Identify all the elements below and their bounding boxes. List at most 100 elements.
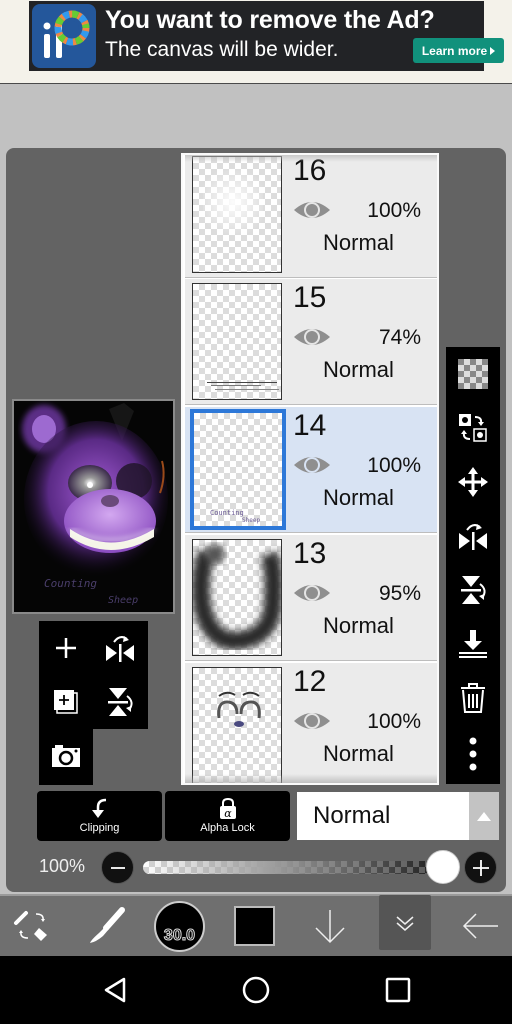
layer-blend-mode: Normal [323,485,394,510]
eye-icon[interactable] [293,325,331,349]
layer-thumbnail[interactable] [192,156,282,273]
svg-text:α: α [224,807,232,820]
move-layer-down-button[interactable] [306,896,354,956]
merge-down-button[interactable] [446,617,500,671]
blend-mode-select[interactable]: Normal [297,792,469,840]
flip-horizontal-icon [459,524,487,550]
triangle-back-icon [104,977,126,1003]
swap-layers-button[interactable] [446,401,500,455]
alpha-lock-button[interactable]: α Alpha Lock [165,791,290,841]
opacity-increase-button[interactable] [464,851,497,884]
clipping-label: Clipping [79,822,120,834]
layer-item[interactable]: 13 95% Normal [185,535,437,661]
brush-tool-button[interactable] [82,896,130,956]
preview-caption-line1: Counting [44,577,97,590]
opacity-slider[interactable] [143,861,453,874]
layer-opacity: 74% [378,326,421,349]
opacity-decrease-button[interactable] [101,851,134,884]
arrow-down-icon [315,910,345,944]
import-photo-button[interactable] [39,729,93,783]
color-swatch-button[interactable] [234,906,275,946]
plus-icon [56,638,76,658]
eye-icon[interactable] [293,198,331,222]
thumbnail-caption: Sheep [242,517,261,524]
blend-mode-dropdown-arrow[interactable] [469,792,499,840]
layer-number: 14 [293,409,327,442]
flip-horizontal-layer-button[interactable] [446,509,500,563]
layer-item[interactable]: 12 100% Normal [185,663,437,783]
ad-subtitle: The canvas will be wider. [105,38,339,61]
scroll-shadow [185,155,437,162]
preview-caption-line2: Sheep [108,595,138,606]
layer-tools-left-bottom [39,729,93,785]
layer-opacity: 100% [367,710,421,733]
flip-vertical-icon [108,688,133,716]
scroll-shadow [185,774,437,783]
layer-thumbnail[interactable] [192,667,282,783]
more-options-button[interactable] [446,727,500,781]
more-vertical-icon [469,737,477,771]
square-recents-icon [385,977,411,1003]
trash-icon [461,683,485,713]
brush-eraser-swap-icon [14,911,47,941]
layer-thumbnail[interactable] [192,539,282,656]
nav-back-button[interactable] [95,970,135,1010]
layer-number: 13 [293,537,327,570]
layer-thumbnail[interactable]: Counting Sheep [190,409,286,530]
merge-down-icon [459,630,487,658]
add-layer-button[interactable] [39,621,93,675]
layer-panel-toggle-button[interactable] [379,895,431,950]
learn-more-button[interactable]: Learn more [413,38,504,63]
layer-thumbnail[interactable] [192,283,282,400]
layer-blend-mode: Normal [323,741,394,766]
duplicate-layer-icon [54,690,78,714]
move-icon [458,467,488,497]
tool-switch-button[interactable] [8,896,56,956]
layer-tools-left [39,621,148,729]
double-chevron-down-icon [396,915,414,931]
layer-opacity: 95% [378,582,421,605]
thumbnail-caption: Counting [210,509,244,517]
brush-icon [90,907,125,943]
flip-vertical-icon [461,576,486,604]
ibispaint-logo-icon [32,4,96,68]
checkerboard-icon [458,359,488,389]
brush-size-button[interactable]: 30.0 [154,901,205,952]
flip-horizontal-button[interactable] [93,621,147,675]
layer-opacity: 100% [367,454,421,477]
delete-layer-button[interactable] [446,671,500,725]
layer-list[interactable]: 16 100% Normal 15 74% Normal Counting Sh… [181,153,439,785]
blend-mode-value: Normal [313,802,391,829]
flip-vertical-layer-button[interactable] [446,563,500,617]
nav-recents-button[interactable] [378,970,418,1010]
back-button[interactable] [456,896,504,956]
ad-title: You want to remove the Ad? [105,6,435,34]
layer-opacity: 100% [367,199,421,222]
layer-blend-mode: Normal [323,357,394,382]
clipping-button[interactable]: Clipping [37,791,162,841]
layer-item-selected[interactable]: Counting Sheep 14 100% Normal [185,407,437,533]
alpha-lock-label: Alpha Lock [200,822,255,834]
layer-item[interactable]: 15 74% Normal [185,279,437,405]
eye-icon[interactable] [293,581,331,605]
nav-home-button[interactable] [236,970,276,1010]
opacity-value: 100% [39,856,86,876]
layer-number: 12 [293,665,327,698]
plus-icon [472,859,489,876]
layer-tools-right [446,347,500,784]
eye-icon[interactable] [293,453,331,477]
canvas-preview[interactable]: Counting Sheep [12,399,175,614]
ad-banner[interactable]: You want to remove the Ad? The canvas wi… [29,1,504,71]
flip-vertical-button[interactable] [93,675,147,729]
layer-number: 15 [293,281,327,314]
flip-horizontal-icon [106,636,134,662]
transparency-button[interactable] [446,347,500,401]
duplicate-layer-button[interactable] [39,675,93,729]
layer-item[interactable]: 16 100% Normal [185,155,437,278]
eye-icon[interactable] [293,709,331,733]
swap-layers-icon [459,414,487,442]
opacity-slider-handle[interactable] [426,850,460,884]
arrow-left-icon [462,913,498,939]
layer-blend-mode: Normal [323,230,394,255]
move-button[interactable] [446,455,500,509]
